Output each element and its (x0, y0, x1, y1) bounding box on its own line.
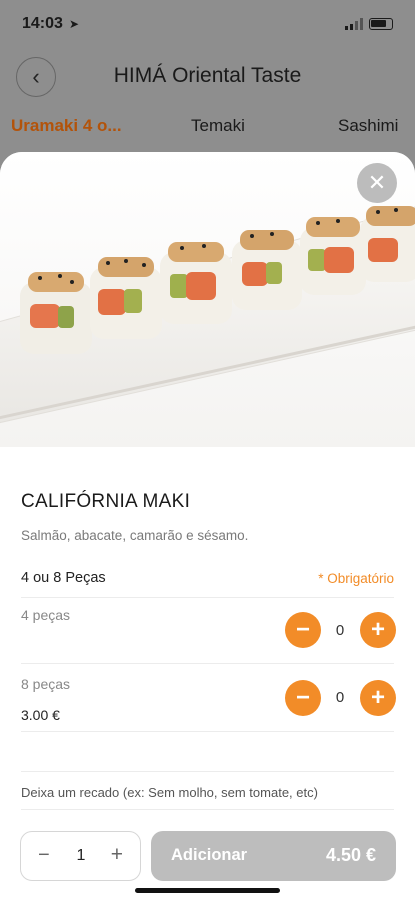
battery-icon (369, 18, 393, 30)
signal-icon (345, 18, 363, 30)
plus-icon: + (370, 616, 385, 643)
quantity-value: 1 (76, 847, 86, 864)
tab-sashimi[interactable]: Sashimi (338, 116, 398, 136)
home-indicator (135, 888, 280, 893)
option-quantity-4: 0 (335, 622, 345, 639)
option-label-8: 8 peças (21, 676, 71, 692)
close-icon: ✕ (367, 170, 387, 195)
divider (21, 663, 394, 664)
product-name: CALIFÓRNIA MAKI (21, 491, 191, 512)
divider (21, 771, 394, 772)
divider (21, 597, 394, 598)
product-description: Salmão, abacate, camarão e sésamo. (21, 528, 249, 543)
note-input[interactable]: Deixa um recado (ex: Sem molho, sem toma… (21, 785, 318, 800)
product-sheet: ✕ CALIFÓRNIA MAKI Salmão, abacate, camar… (0, 152, 415, 900)
plus-icon[interactable]: + (111, 843, 123, 867)
sushi-photo (0, 206, 415, 424)
page-title: HIMÁ Oriental Taste (113, 64, 302, 87)
add-button-total: 4.50 € (325, 845, 376, 865)
status-time: 14:03 (22, 15, 63, 32)
add-button-label: Adicionar (171, 846, 248, 864)
option-group-title: 4 ou 8 Peças (21, 570, 106, 586)
quantity-stepper: − 1 + (20, 831, 141, 881)
close-button[interactable]: ✕ (357, 163, 397, 203)
minus-icon: − (295, 616, 310, 643)
tab-temaki[interactable]: Temaki (191, 116, 245, 136)
option-label-4: 4 peças (21, 607, 71, 623)
increase-8-button[interactable]: + (360, 680, 396, 716)
option-price-8: 3.00 € (21, 707, 60, 723)
divider (21, 809, 394, 810)
plus-icon: + (370, 684, 385, 711)
decrease-4-button[interactable]: − (285, 612, 321, 648)
option-quantity-8: 0 (335, 689, 345, 706)
minus-icon: − (295, 684, 310, 711)
required-badge: * Obrigatório (318, 571, 394, 586)
tab-uramaki[interactable]: Uramaki 4 o... (11, 116, 122, 136)
status-bar: 14:03 ➤ (0, 0, 415, 50)
product-image: ✕ (0, 152, 415, 447)
divider (21, 731, 394, 732)
add-to-cart-button[interactable]: Adicionar 4.50 € (151, 831, 396, 881)
increase-4-button[interactable]: + (360, 612, 396, 648)
location-arrow-icon: ➤ (69, 17, 80, 31)
minus-icon[interactable]: − (38, 844, 50, 867)
decrease-8-button[interactable]: − (285, 680, 321, 716)
